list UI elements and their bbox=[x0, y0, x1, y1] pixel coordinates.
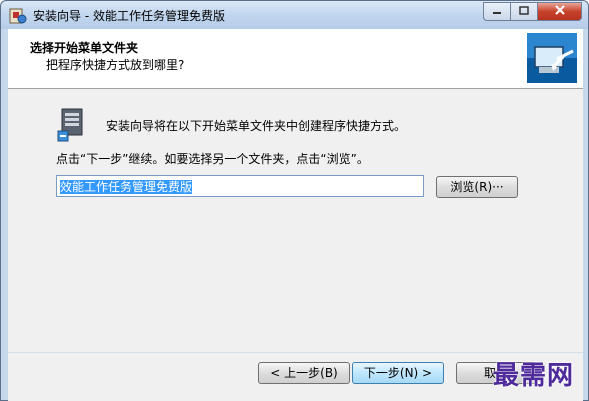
site-watermark: 最需网 bbox=[492, 361, 574, 391]
page-subtitle: 把程序快捷方式放到哪里? bbox=[46, 58, 185, 72]
page-title: 选择开始菜单文件夹 bbox=[30, 41, 139, 55]
maximize-icon bbox=[519, 5, 529, 19]
window-controls bbox=[483, 2, 582, 22]
folder-input-value: 效能工作任务管理免费版 bbox=[60, 180, 193, 194]
close-icon bbox=[554, 4, 566, 19]
browse-button[interactable]: 浏览(R)··· bbox=[436, 176, 518, 198]
start-menu-folder-input[interactable]: 效能工作任务管理免费版 bbox=[56, 175, 424, 197]
intro-text: 安装向导将在以下开始菜单文件夹中创建程序快捷方式。 bbox=[106, 119, 407, 133]
back-button[interactable]: < 上一步(B) bbox=[258, 362, 350, 384]
minimize-icon bbox=[492, 5, 502, 19]
maximize-button[interactable] bbox=[510, 2, 537, 21]
instruction-text: 点击“下一步”继续。如要选择另一个文件夹，点击“浏览”。 bbox=[56, 152, 369, 166]
next-button[interactable]: 下一步(N) > bbox=[352, 362, 444, 384]
window-title: 安装向导 - 效能工作任务管理免费版 bbox=[33, 9, 225, 23]
close-button[interactable] bbox=[537, 2, 582, 21]
title-bar[interactable]: 安装向导 - 效能工作任务管理免费版 bbox=[1, 1, 588, 29]
footer-divider bbox=[8, 352, 583, 353]
minimize-button[interactable] bbox=[483, 2, 510, 21]
wizard-client-area: 选择开始菜单文件夹 把程序快捷方式放到哪里? 安装向导将在以下开始菜单文件夹中创… bbox=[8, 29, 583, 401]
installer-app-icon bbox=[9, 7, 27, 25]
installer-window: 安装向导 - 效能工作任务管理免费版 选择开始菜单文件夹 把程序快捷方式放到哪里… bbox=[0, 0, 589, 401]
start-menu-folder-icon bbox=[56, 107, 92, 143]
wizard-header: 选择开始菜单文件夹 把程序快捷方式放到哪里? bbox=[8, 29, 583, 89]
wizard-computer-icon bbox=[527, 33, 577, 83]
